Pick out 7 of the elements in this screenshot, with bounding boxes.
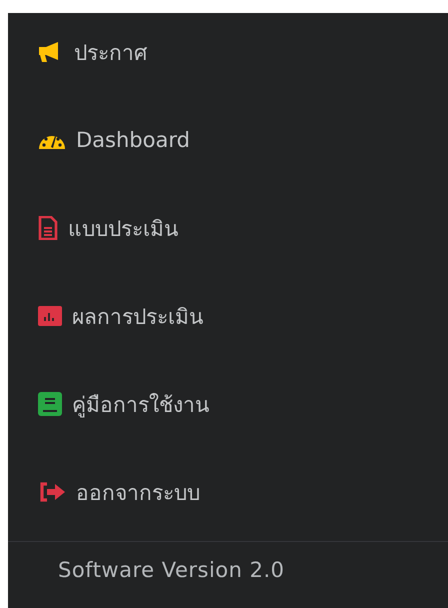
menu-item[interactable]: ผลการประเมิน xyxy=(8,277,448,355)
menu-item[interactable]: ประกาศ xyxy=(8,13,448,91)
version-text: Software Version 2.0 xyxy=(58,558,285,582)
menu-item[interactable]: แบบประเมิน xyxy=(8,189,448,267)
menu-item[interactable]: คู่มือการใช้งาน xyxy=(8,365,448,443)
menu-item[interactable]: ออกจากระบบ xyxy=(8,453,448,531)
menu-item[interactable]: Dashboard xyxy=(8,101,448,179)
